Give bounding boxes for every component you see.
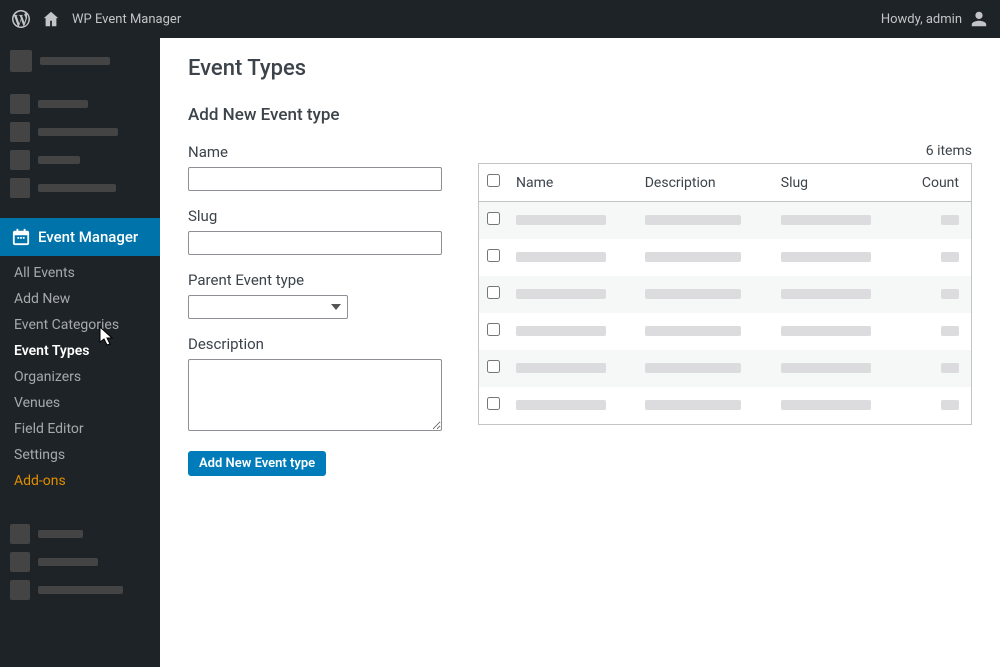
cell-slug-skeleton [781,326,871,336]
form-title: Add New Event type [188,105,972,125]
column-count[interactable]: Count [901,164,971,202]
cell-description-skeleton [645,363,741,373]
cell-name-skeleton [516,363,606,373]
sidebar-item-placeholder[interactable] [0,90,160,118]
cell-description-skeleton [645,289,741,299]
cell-name-skeleton [516,252,606,262]
sidebar-item-placeholder[interactable] [0,576,160,604]
admin-sidebar: Event Manager All Events Add New Event C… [0,38,160,667]
row-checkbox[interactable] [487,360,500,373]
cell-description-skeleton [645,252,741,262]
add-term-form: Name Slug Parent Event type Description … [188,143,442,476]
cell-count-skeleton [941,252,959,262]
cell-description-skeleton [645,400,741,410]
cell-name-skeleton [516,400,606,410]
cell-count-skeleton [941,326,959,336]
cell-description-skeleton [645,326,741,336]
row-checkbox[interactable] [487,323,500,336]
sidebar-item-placeholder[interactable] [0,520,160,548]
event-types-table: Name Description Slug Count [478,163,972,425]
cell-slug-skeleton [781,215,871,225]
column-slug[interactable]: Slug [773,164,902,202]
home-icon[interactable] [42,10,60,28]
slug-label: Slug [188,207,442,225]
cell-description-skeleton [645,215,741,225]
page-title: Event Types [188,56,972,81]
cell-name-skeleton [516,289,606,299]
content-area: Event Types Add New Event type Name Slug… [160,38,1000,667]
table-row [479,313,972,350]
table-row [479,276,972,313]
sidebar-sub-add-ons[interactable]: Add-ons [0,468,160,494]
cell-count-skeleton [941,289,959,299]
items-count: 6 items [478,143,972,159]
select-all-checkbox[interactable] [487,174,500,187]
sidebar-sub-organizers[interactable]: Organizers [0,364,160,390]
sidebar-sub-settings[interactable]: Settings [0,442,160,468]
sidebar-sub-field-editor[interactable]: Field Editor [0,416,160,442]
row-checkbox[interactable] [487,249,500,262]
sidebar-item-placeholder[interactable] [0,146,160,174]
table-row [479,239,972,276]
name-input[interactable] [188,167,442,191]
cell-count-skeleton [941,400,959,410]
site-title[interactable]: WP Event Manager [72,12,181,27]
admin-bar: WP Event Manager Howdy, admin [0,0,1000,38]
cell-count-skeleton [941,215,959,225]
user-icon[interactable] [970,10,988,28]
cell-name-skeleton [516,215,606,225]
table-row [479,387,972,425]
slug-input[interactable] [188,231,442,255]
sidebar-sub-event-categories[interactable]: Event Categories [0,312,160,338]
sidebar-item-event-manager[interactable]: Event Manager [0,218,160,256]
name-label: Name [188,143,442,161]
calendar-icon [12,228,30,246]
howdy-text[interactable]: Howdy, admin [881,12,962,27]
add-new-event-type-button[interactable]: Add New Event type [188,451,326,476]
cell-name-skeleton [516,326,606,336]
parent-select[interactable] [188,295,348,319]
cell-slug-skeleton [781,400,871,410]
cell-count-skeleton [941,363,959,373]
table-row [479,350,972,387]
sidebar-item-placeholder[interactable] [0,46,160,76]
column-name[interactable]: Name [508,164,637,202]
sidebar-sub-all-events[interactable]: All Events [0,260,160,286]
row-checkbox[interactable] [487,286,500,299]
sidebar-item-placeholder[interactable] [0,118,160,146]
cell-slug-skeleton [781,363,871,373]
sidebar-parent-label: Event Manager [38,228,138,246]
sidebar-item-placeholder[interactable] [0,548,160,576]
sidebar-sub-venues[interactable]: Venues [0,390,160,416]
description-label: Description [188,335,442,353]
cell-slug-skeleton [781,252,871,262]
wordpress-logo-icon[interactable] [12,10,30,28]
table-row [479,202,972,240]
row-checkbox[interactable] [487,397,500,410]
description-textarea[interactable] [188,359,442,431]
sidebar-sub-add-new[interactable]: Add New [0,286,160,312]
sidebar-sub-event-types[interactable]: Event Types [0,338,160,364]
column-description[interactable]: Description [637,164,773,202]
cell-slug-skeleton [781,289,871,299]
parent-label: Parent Event type [188,271,442,289]
sidebar-item-placeholder[interactable] [0,174,160,202]
row-checkbox[interactable] [487,212,500,225]
